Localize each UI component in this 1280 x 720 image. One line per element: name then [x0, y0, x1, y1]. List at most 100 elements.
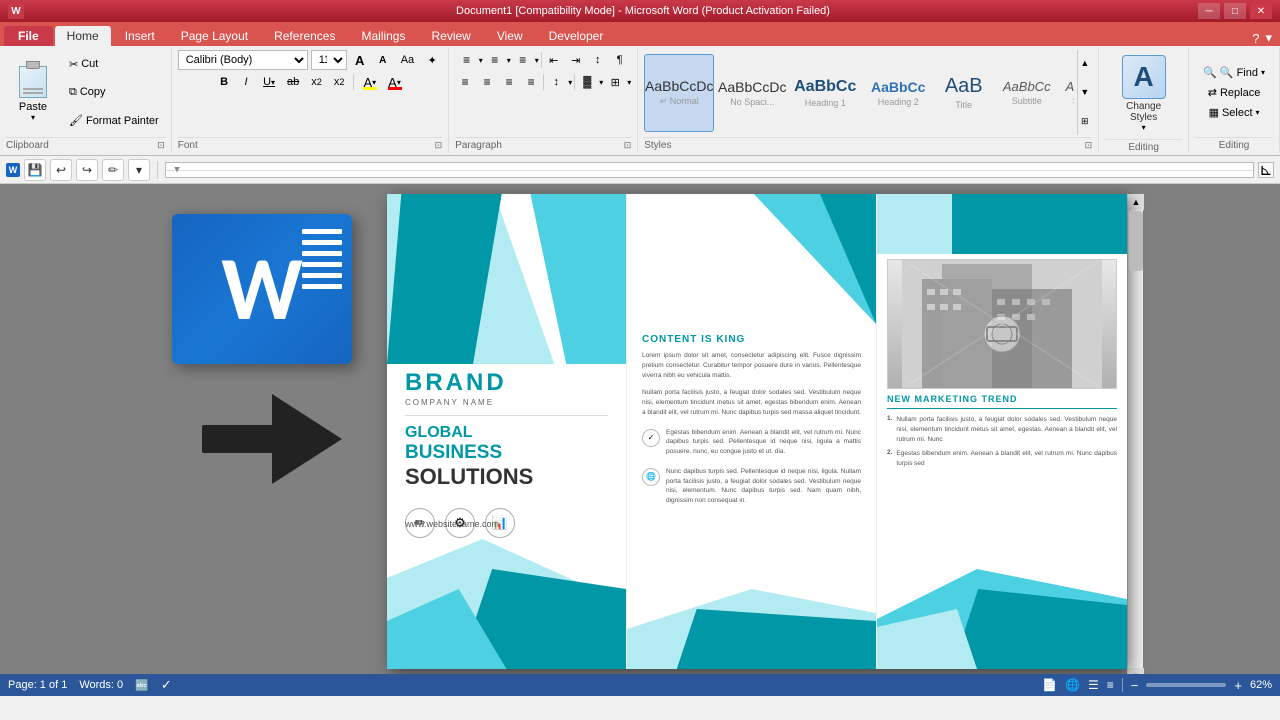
tab-developer[interactable]: Developer — [537, 26, 616, 46]
zoom-in-icon[interactable]: + — [1234, 678, 1242, 693]
zoom-slider[interactable] — [1146, 683, 1226, 687]
font-grow-button[interactable]: A — [350, 50, 370, 70]
format-painter-button[interactable]: 🖌 Format Painter — [65, 113, 163, 128]
scrollbar-thumb[interactable] — [1129, 211, 1143, 271]
zoom-level[interactable]: 62% — [1250, 679, 1272, 691]
styles-dialog-launcher[interactable]: ⊡ — [1085, 140, 1093, 151]
font-color-dropdown-icon[interactable]: ▾ — [397, 78, 401, 87]
ruler-corner[interactable]: ⊾ — [1258, 162, 1274, 178]
para-sep3 — [574, 74, 575, 90]
view-print-icon[interactable]: 📄 — [1042, 678, 1057, 692]
font-dialog-launcher[interactable]: ⊡ — [435, 140, 443, 151]
find-button[interactable]: 🔍 🔍 Find ▾ — [1199, 64, 1269, 81]
numbering-button[interactable]: ≡ — [485, 50, 505, 70]
style-subtle-em[interactable]: AaBbCcDc Subtle Em... — [1062, 54, 1073, 132]
right-bottom-shape — [877, 569, 1127, 669]
save-quick-button[interactable]: 💾 — [24, 159, 46, 181]
shading-button[interactable]: ▓ — [577, 72, 597, 92]
toolbar-dropdown-button[interactable]: ▾ — [128, 159, 150, 181]
cut-button[interactable]: ✂ Cut — [65, 57, 163, 72]
style-subtitle[interactable]: AaBbCc Subtitle — [994, 54, 1059, 132]
styles-scroll-buttons[interactable]: ▲ ▼ ⊞ — [1077, 50, 1093, 135]
highlight-icon: A — [363, 75, 372, 90]
paste-dropdown-icon[interactable]: ▾ — [31, 113, 35, 122]
bold-button[interactable]: B — [214, 72, 234, 92]
tab-references[interactable]: References — [262, 26, 347, 46]
view-draft-icon[interactable]: ≡ — [1107, 678, 1114, 692]
tab-review[interactable]: Review — [419, 26, 482, 46]
tab-view[interactable]: View — [485, 26, 535, 46]
redo-quick-button[interactable]: ↪ — [76, 159, 98, 181]
sort-button[interactable]: ↕ — [588, 50, 608, 70]
line-spacing-button[interactable]: ↕ — [546, 72, 566, 92]
tab-home[interactable]: Home — [55, 26, 111, 46]
style-heading2[interactable]: AaBbCc Heading 2 — [863, 54, 933, 132]
align-left-button[interactable]: ≡ — [455, 72, 475, 92]
underline-button[interactable]: U▾ — [258, 72, 280, 92]
subscript-button[interactable]: x2 — [306, 72, 327, 92]
language-icon: 🔤 — [135, 679, 149, 692]
close-button[interactable]: ✕ — [1250, 3, 1272, 19]
increase-indent-button[interactable]: ⇥ — [566, 50, 586, 70]
minimize-ribbon-icon[interactable]: ▾ — [1265, 30, 1272, 46]
style-title[interactable]: AaB Title — [936, 54, 991, 132]
tab-mailings[interactable]: Mailings — [349, 26, 417, 46]
undo-quick-button[interactable]: ↩ — [50, 159, 72, 181]
decrease-indent-button[interactable]: ⇤ — [544, 50, 564, 70]
scrollbar-down-icon[interactable]: ▼ — [1128, 668, 1144, 674]
text-highlight-button[interactable]: A ▾ — [358, 72, 381, 92]
underline-dropdown[interactable]: ▾ — [271, 78, 275, 87]
view-web-icon[interactable]: 🌐 — [1065, 678, 1080, 692]
show-formatting-button[interactable]: ¶ — [610, 50, 630, 70]
change-styles-dropdown[interactable]: ▾ — [1142, 123, 1146, 132]
replace-button[interactable]: ⇄ Replace — [1204, 84, 1265, 101]
shading-dropdown[interactable]: ▾ — [599, 78, 603, 87]
styles-scroll-down-icon[interactable]: ▼ — [1080, 87, 1089, 97]
change-case-button[interactable]: Aa — [396, 50, 419, 70]
font-color-button[interactable]: A ▾ — [383, 72, 406, 92]
style-heading1[interactable]: AaBbCc Heading 1 — [790, 54, 860, 132]
paste-button[interactable]: Paste ▾ — [6, 50, 60, 135]
select-dropdown[interactable]: ▾ — [1256, 108, 1260, 117]
multilevel-dropdown[interactable]: ▾ — [535, 56, 539, 65]
strikethrough-button[interactable]: ab — [282, 72, 304, 92]
style-normal[interactable]: AaBbCcDc ↵ Normal — [644, 54, 714, 132]
styles-more-icon[interactable]: ⊞ — [1081, 116, 1089, 127]
font-shrink-button[interactable]: A — [373, 50, 393, 70]
view-outline-icon[interactable]: ☰ — [1088, 678, 1099, 692]
font-size-select[interactable]: 11 — [311, 50, 347, 70]
borders-dropdown[interactable]: ▾ — [627, 78, 631, 87]
find-dropdown[interactable]: ▾ — [1261, 68, 1265, 77]
zoom-out-icon[interactable]: − — [1131, 678, 1139, 693]
numbering-dropdown[interactable]: ▾ — [507, 56, 511, 65]
justify-button[interactable]: ≡ — [521, 72, 541, 92]
tab-file[interactable]: File — [4, 26, 53, 46]
tab-page-layout[interactable]: Page Layout — [169, 26, 260, 46]
align-center-button[interactable]: ≡ — [477, 72, 497, 92]
align-right-button[interactable]: ≡ — [499, 72, 519, 92]
help-icon[interactable]: ? — [1252, 31, 1259, 46]
cut-icon: ✂ — [69, 58, 78, 71]
highlight-dropdown-icon[interactable]: ▾ — [372, 78, 376, 87]
copy-button[interactable]: ⧉ Copy — [65, 85, 163, 100]
line-spacing-dropdown[interactable]: ▾ — [568, 78, 572, 87]
scrollbar-up-icon[interactable]: ▲ — [1128, 194, 1144, 210]
style-no-spacing[interactable]: AaBbCcDc No Spaci... — [717, 54, 787, 132]
change-styles-button[interactable]: A ChangeStyles ▾ — [1117, 50, 1171, 137]
select-button[interactable]: ▦ Select ▾ — [1205, 104, 1264, 121]
maximize-button[interactable]: □ — [1224, 3, 1246, 19]
tab-insert[interactable]: Insert — [113, 26, 167, 46]
borders-button[interactable]: ⊞ — [605, 72, 625, 92]
italic-button[interactable]: I — [236, 72, 256, 92]
bullets-button[interactable]: ≡ — [457, 50, 477, 70]
styles-scroll-up-icon[interactable]: ▲ — [1080, 58, 1089, 68]
superscript-button[interactable]: x2 — [329, 72, 350, 92]
clear-formatting-button[interactable]: ✦ — [422, 50, 442, 70]
bullets-dropdown[interactable]: ▾ — [479, 56, 483, 65]
minimize-button[interactable]: ─ — [1198, 3, 1220, 19]
draw-quick-button[interactable]: ✏ — [102, 159, 124, 181]
clipboard-dialog-launcher[interactable]: ⊡ — [157, 140, 165, 151]
paragraph-dialog-launcher[interactable]: ⊡ — [624, 140, 632, 151]
font-family-select[interactable]: Calibri (Body) — [178, 50, 308, 70]
multilevel-button[interactable]: ≡ — [513, 50, 533, 70]
